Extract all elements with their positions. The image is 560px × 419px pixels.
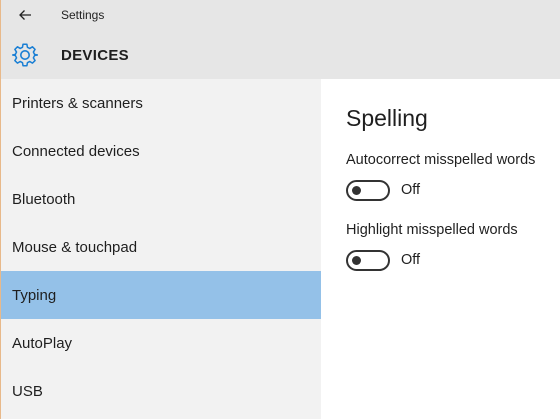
- page-header: DEVICES: [1, 30, 560, 79]
- back-button[interactable]: [13, 4, 37, 26]
- page-title: Spelling: [346, 105, 428, 131]
- section-title: DEVICES: [61, 47, 129, 64]
- highlight-toggle[interactable]: [346, 250, 390, 271]
- toggle-knob: [352, 186, 361, 195]
- sidebar-item-bluetooth[interactable]: Bluetooth: [1, 175, 321, 223]
- sidebar-item-label: Connected devices: [12, 142, 140, 160]
- sidebar-item-usb[interactable]: USB: [1, 367, 321, 415]
- highlight-state: Off: [401, 252, 421, 268]
- settings-window: Settings DEVICES Printers & scanners Con…: [0, 0, 560, 419]
- sidebar-nav: Printers & scanners Connected devices Bl…: [1, 79, 321, 419]
- gear-icon: [12, 43, 38, 67]
- sidebar-item-label: Mouse & touchpad: [12, 238, 138, 256]
- autocorrect-label: Autocorrect misspelled words: [346, 152, 536, 168]
- back-arrow-icon: [19, 10, 31, 20]
- sidebar-item-mouse-touchpad[interactable]: Mouse & touchpad: [1, 223, 321, 271]
- title-bar: Settings: [1, 0, 560, 30]
- app-title: Settings: [61, 8, 105, 22]
- sidebar-item-printers-scanners[interactable]: Printers & scanners: [1, 79, 321, 127]
- sidebar-item-label: AutoPlay: [12, 334, 73, 352]
- autocorrect-state: Off: [401, 182, 421, 198]
- sidebar-item-label: Typing: [12, 286, 57, 304]
- autocorrect-toggle[interactable]: [346, 180, 390, 201]
- content-pane: Spelling Autocorrect misspelled words Of…: [321, 79, 560, 419]
- sidebar-item-connected-devices[interactable]: Connected devices: [1, 127, 321, 175]
- sidebar-item-label: Printers & scanners: [12, 94, 143, 112]
- highlight-label: Highlight misspelled words: [346, 222, 518, 238]
- toggle-knob: [352, 256, 361, 265]
- sidebar-item-autoplay[interactable]: AutoPlay: [1, 319, 321, 367]
- sidebar-item-label: Bluetooth: [12, 190, 76, 208]
- sidebar-item-typing[interactable]: Typing: [1, 271, 321, 319]
- sidebar-item-label: USB: [12, 382, 43, 400]
